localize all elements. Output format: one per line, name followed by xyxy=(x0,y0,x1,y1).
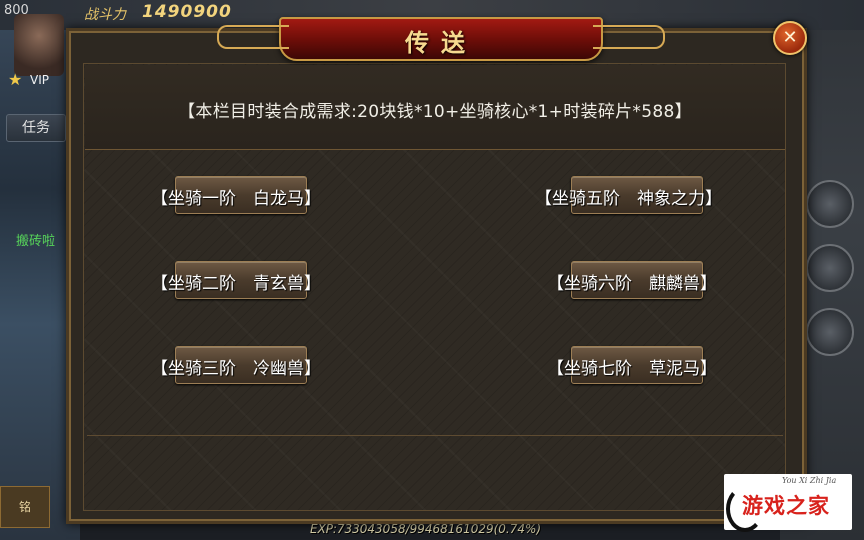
mount-tier-6-button[interactable]: 【坐骑六阶 麒麟兽】 xyxy=(547,261,757,299)
site-logo: You Xi Zhi Jia 游戏之家 xyxy=(724,474,852,532)
mount-label: 【坐骑六阶 麒麟兽】 xyxy=(547,274,717,294)
bottom-left-slot[interactable]: 铭 xyxy=(0,486,50,528)
avatar[interactable] xyxy=(14,14,64,76)
logo-text: 游戏之家 xyxy=(742,493,830,518)
mount-tier-7-button[interactable]: 【坐骑七阶 草泥马】 xyxy=(547,346,757,384)
skill-orb-1[interactable] xyxy=(806,180,854,228)
mount-label: 【坐骑五阶 神象之力】 xyxy=(535,189,722,209)
vip-label: VIP xyxy=(30,73,49,87)
mount-label: 【坐骑三阶 冷幽兽】 xyxy=(151,359,321,379)
task-button[interactable]: 任务 xyxy=(6,114,66,142)
mount-tier-2-button[interactable]: 【坐骑二阶 青玄兽】 xyxy=(151,261,351,299)
mount-tier-5-button[interactable]: 【坐骑五阶 神象之力】 xyxy=(535,176,755,214)
status-text: 搬砖啦 xyxy=(16,234,56,249)
teleport-dialog: 传送 ✕ 【本栏目时装合成需求:20块钱*10+坐骑核心*1+时装碎片*588】… xyxy=(66,17,807,524)
skill-orb-3[interactable] xyxy=(806,308,854,356)
mount-tier-3-button[interactable]: 【坐骑三阶 冷幽兽】 xyxy=(151,346,351,384)
skill-orb-2[interactable] xyxy=(806,244,854,292)
dialog-title: 传送 xyxy=(405,28,477,57)
requirement-text: 【本栏目时装合成需求:20块钱*10+坐骑核心*1+时装碎片*588】 xyxy=(178,102,692,122)
divider xyxy=(87,435,783,436)
close-button[interactable]: ✕ xyxy=(773,21,807,55)
mount-tier-1-button[interactable]: 【坐骑一阶 白龙马】 xyxy=(151,176,351,214)
mount-label: 【坐骑七阶 草泥马】 xyxy=(547,359,717,379)
star-icon: ★ xyxy=(8,70,23,89)
mount-label: 【坐骑二阶 青玄兽】 xyxy=(151,274,321,294)
combat-power-value: 1490900 xyxy=(142,2,232,22)
requirement-bar: 【本栏目时装合成需求:20块钱*10+坐骑核心*1+时装碎片*588】 xyxy=(85,65,785,150)
close-icon: ✕ xyxy=(782,27,798,48)
logo-script: You Xi Zhi Jia xyxy=(782,476,837,485)
mount-label: 【坐骑一阶 白龙马】 xyxy=(151,189,321,209)
exp-readout: EXP:733043058/99468161029(0.74%) xyxy=(310,522,542,536)
combat-power-label: 战斗力 xyxy=(84,7,126,23)
title-plate: 传送 xyxy=(217,17,665,61)
